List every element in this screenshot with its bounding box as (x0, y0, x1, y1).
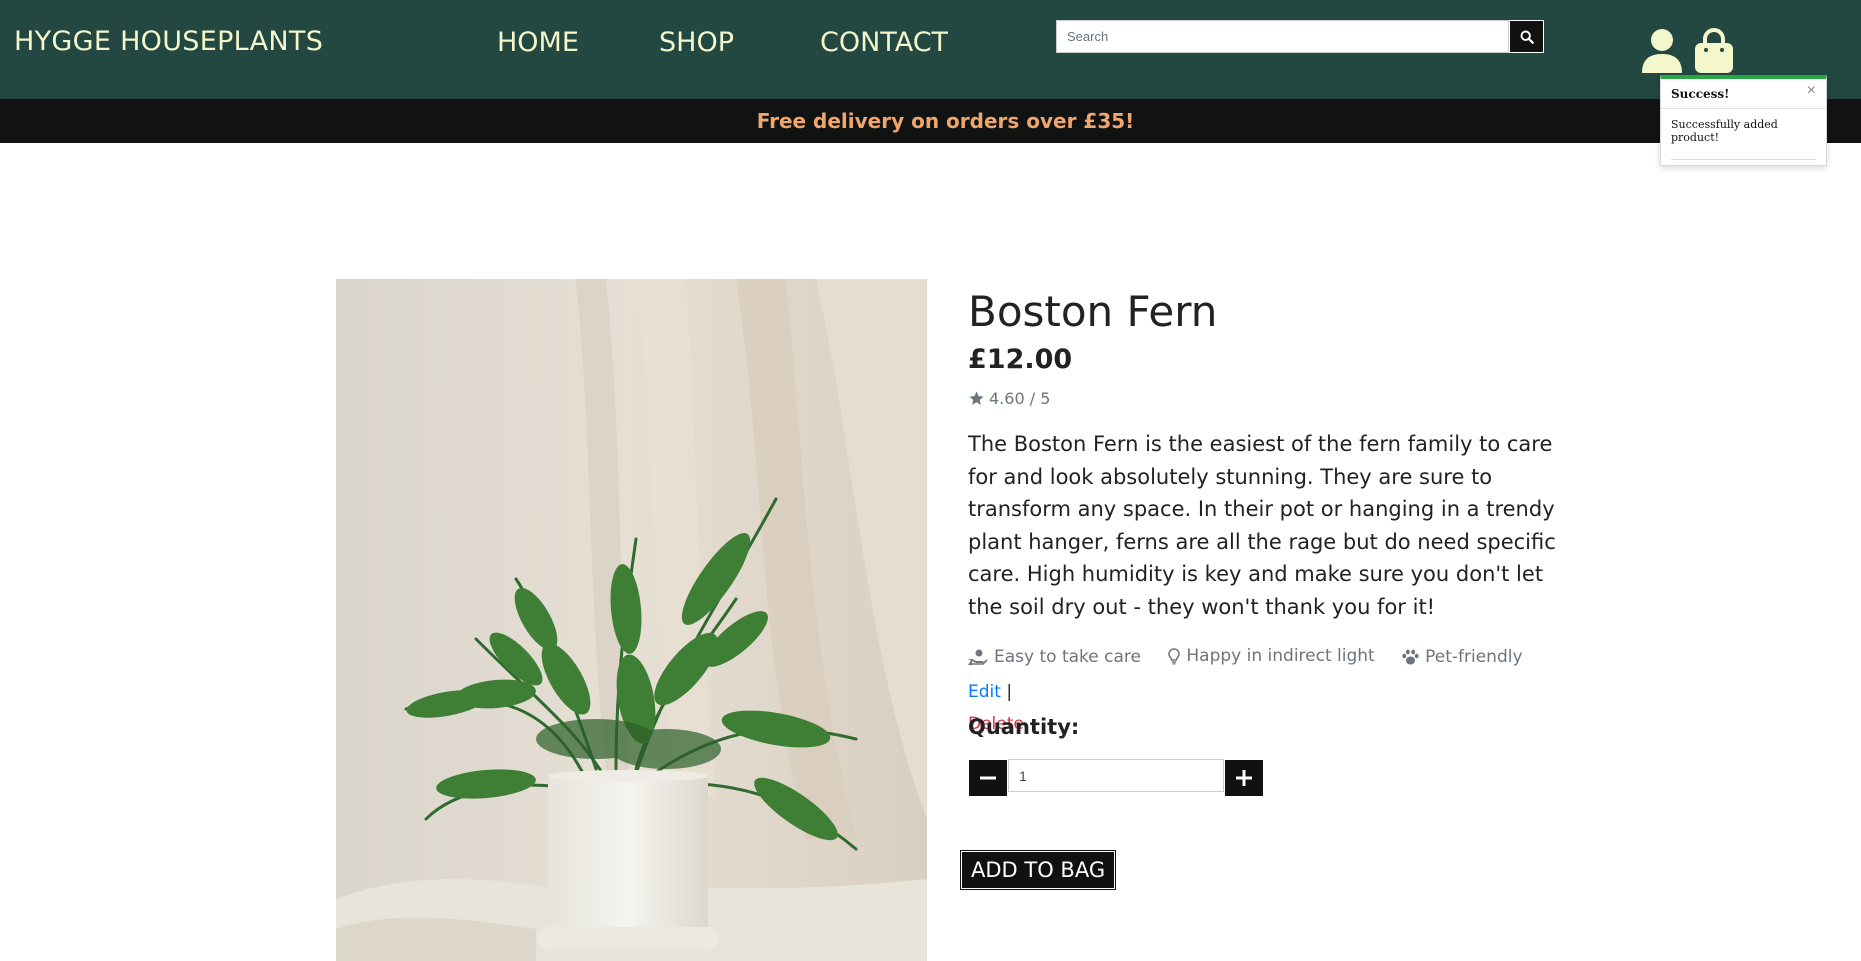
toast-header: Success! × (1661, 79, 1826, 109)
product-image (336, 279, 927, 961)
product-description: The Boston Fern is the easiest of the fe… (968, 432, 1556, 619)
quantity-stepper (968, 759, 1264, 797)
feature-pet-friendly-label: Pet-friendly (1425, 646, 1523, 667)
bag-button[interactable] (1692, 27, 1736, 75)
feature-easy-care: Easy to take care (968, 641, 1141, 673)
brand-logo[interactable]: HYGGE HOUSEPLANTS (14, 26, 323, 57)
link-separator: | (1006, 681, 1013, 702)
delivery-banner-text: Free delivery on orders over £35! (756, 109, 1135, 133)
quantity-label: Quantity: (968, 715, 1080, 739)
edit-product-link[interactable]: Edit (968, 682, 1001, 702)
nav-home-link[interactable]: HOME (497, 27, 579, 58)
minus-icon (980, 776, 996, 780)
account-button[interactable] (1640, 27, 1684, 75)
search-form (1056, 20, 1544, 53)
toast-title: Success! (1671, 87, 1730, 101)
search-icon (1520, 30, 1534, 44)
feature-easy-care-label: Easy to take care (994, 646, 1141, 667)
plus-icon (1236, 770, 1252, 786)
product-name: Boston Fern (968, 287, 1218, 336)
product-rating: 4.60 / 5 (968, 389, 1050, 408)
success-toast: Success! × Successfully added product! (1660, 75, 1827, 166)
toast-divider (1671, 159, 1816, 160)
search-button[interactable] (1509, 20, 1544, 53)
product-price: £12.00 (968, 344, 1073, 375)
toast-message: Successfully added product! (1671, 118, 1778, 144)
delivery-banner: Free delivery on orders over £35! (0, 99, 1861, 143)
user-icon (1642, 29, 1682, 73)
star-icon (969, 391, 984, 405)
hand-holding-icon (968, 649, 988, 665)
paw-icon (1402, 649, 1419, 664)
feature-light-label: Happy in indirect light (1186, 646, 1375, 666)
shopping-bag-icon (1695, 28, 1733, 73)
nav-shop-link[interactable]: SHOP (659, 27, 734, 58)
feature-pet-friendly: Pet-friendly (1402, 641, 1523, 673)
decrement-button[interactable] (968, 759, 1008, 797)
rating-value: 4.60 / 5 (989, 389, 1051, 408)
search-input[interactable] (1056, 20, 1509, 53)
close-icon[interactable]: × (1807, 82, 1816, 100)
feature-light: Happy in indirect light (1168, 640, 1375, 672)
nav-contact-link[interactable]: CONTACT (820, 27, 948, 58)
quantity-input[interactable] (1008, 759, 1224, 792)
increment-button[interactable] (1224, 759, 1264, 797)
lightbulb-icon (1168, 647, 1181, 664)
navbar: HYGGE HOUSEPLANTS HOME SHOP CONTACT (0, 0, 1861, 99)
add-to-bag-button[interactable]: ADD TO BAG (959, 850, 1117, 890)
